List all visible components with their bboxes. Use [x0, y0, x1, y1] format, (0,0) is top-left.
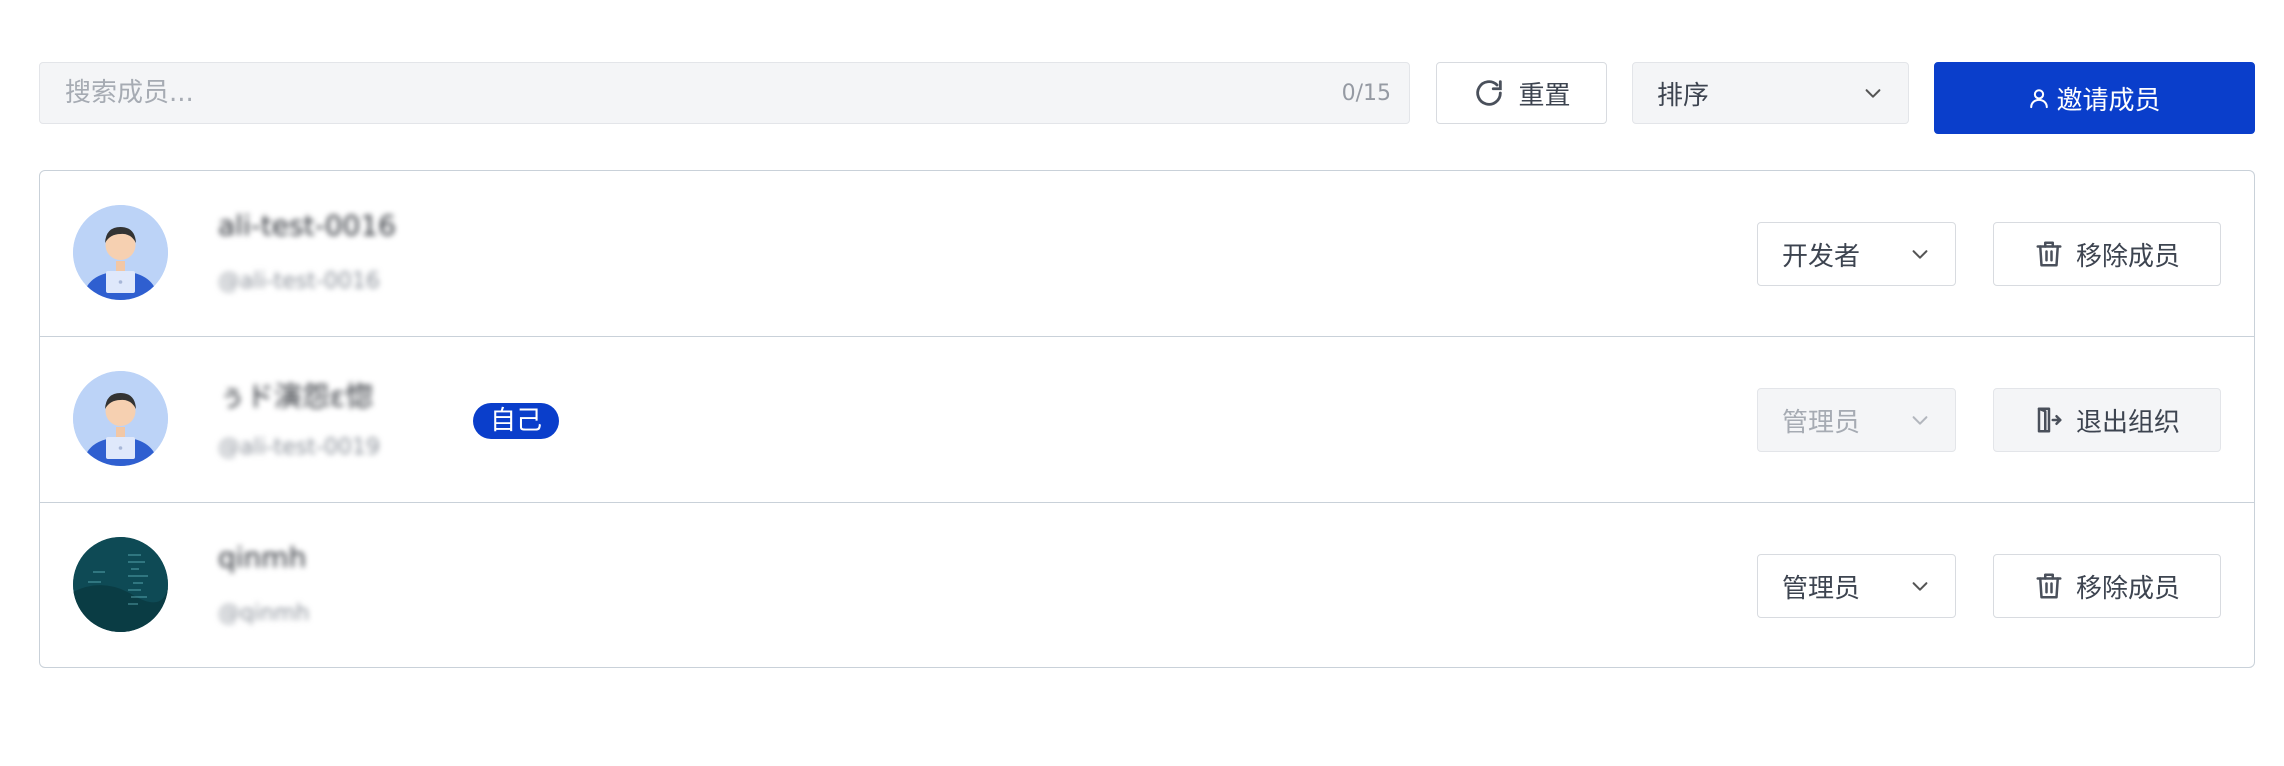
- member-row: qinmh @qinmh 管理员 移除成员: [40, 503, 2254, 667]
- action-label: 退出组织: [2075, 407, 2180, 438]
- member-name: ぅド演怨ε惚: [218, 380, 374, 413]
- reset-button[interactable]: 重置: [1436, 62, 1607, 124]
- developer-avatar-icon: [73, 371, 168, 466]
- chevron-down-icon: [1909, 575, 1931, 597]
- member-row: ali-test-0016 @ali-test-0016 开发者 移除成员: [40, 171, 2254, 337]
- member-name: ali-test-0016: [218, 209, 396, 242]
- member-name: qinmh: [218, 541, 307, 574]
- sort-label: 排序: [1657, 80, 1710, 111]
- remove-member-button[interactable]: 移除成员: [1993, 222, 2221, 286]
- trash-icon: [2034, 571, 2064, 601]
- reset-label: 重置: [1518, 80, 1571, 111]
- search-input[interactable]: [40, 63, 1342, 123]
- developer-avatar-icon: [73, 205, 168, 300]
- role-select: 管理员: [1757, 388, 1956, 452]
- role-select[interactable]: 管理员: [1757, 554, 1956, 618]
- avatar: [73, 205, 168, 300]
- self-badge: 自己: [473, 403, 560, 439]
- exit-icon: [2034, 405, 2064, 435]
- chevron-down-icon: [1862, 82, 1884, 104]
- refresh-icon: [1472, 76, 1506, 110]
- role-select[interactable]: 开发者: [1757, 222, 1956, 286]
- action-label: 移除成员: [2075, 241, 2180, 272]
- user-icon: [2028, 87, 2050, 109]
- code-avatar-icon: [73, 537, 168, 632]
- member-handle: @ali-test-0016: [218, 269, 380, 294]
- invite-label: 邀请成员: [2056, 85, 2161, 116]
- member-handle: @qinmh: [218, 601, 310, 626]
- avatar: [73, 371, 168, 466]
- action-label: 移除成员: [2075, 573, 2180, 604]
- member-handle: @ali-test-0019: [218, 435, 380, 460]
- role-label: 管理员: [1782, 573, 1861, 604]
- invite-member-button[interactable]: 邀请成员: [1934, 62, 2255, 134]
- chevron-down-icon: [1909, 409, 1931, 431]
- role-label: 开发者: [1782, 241, 1861, 272]
- remove-member-button[interactable]: 移除成员: [1993, 554, 2221, 618]
- sort-select[interactable]: 排序: [1632, 62, 1909, 124]
- member-list: ali-test-0016 @ali-test-0016 开发者 移除成员 ぅド…: [39, 170, 2255, 668]
- leave-organization-button[interactable]: 退出组织: [1993, 388, 2221, 452]
- search-char-count: 0/15: [1341, 80, 1391, 106]
- chevron-down-icon: [1909, 243, 1931, 265]
- member-row: ぅド演怨ε惚 @ali-test-0019 自己 管理员 退出组织: [40, 337, 2254, 503]
- members-toolbar: 0/15 重置 排序 邀请成员: [39, 62, 2255, 134]
- search-box[interactable]: 0/15: [39, 62, 1410, 124]
- role-label: 管理员: [1782, 407, 1861, 438]
- trash-icon: [2034, 239, 2064, 269]
- avatar: [73, 537, 168, 632]
